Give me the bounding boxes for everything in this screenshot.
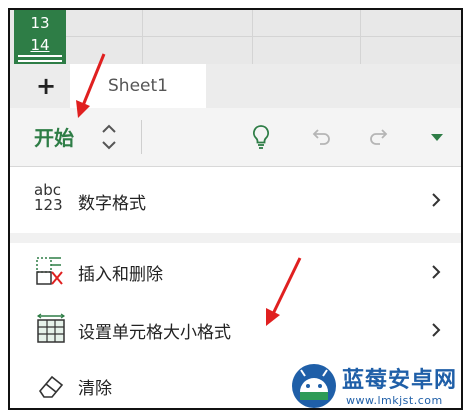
undo-icon[interactable] bbox=[305, 122, 335, 152]
grid-line bbox=[66, 36, 461, 37]
app-frame: 13 14 + Sheet1 开始 abc 123 数字格式 插入和删除 设置单… bbox=[8, 8, 463, 410]
row-header-column[interactable]: 13 14 bbox=[14, 10, 66, 64]
chevron-right-icon bbox=[432, 193, 441, 207]
menu-item-label: 清除 bbox=[78, 379, 112, 399]
eraser-icon bbox=[38, 375, 64, 398]
number-format-icon: abc 123 bbox=[34, 183, 68, 217]
menu-item-cell-size-format[interactable]: 设置单元格大小格式 bbox=[10, 301, 461, 360]
sheet-tab[interactable]: Sheet1 bbox=[70, 64, 206, 108]
row-number[interactable]: 14 bbox=[14, 34, 66, 56]
menu-group-gap bbox=[10, 233, 461, 243]
grid-line bbox=[360, 10, 361, 64]
row-number[interactable]: 13 bbox=[14, 12, 66, 34]
sheet-tab-bar: + Sheet1 bbox=[10, 64, 461, 108]
sheet-tab-label: Sheet1 bbox=[108, 76, 168, 96]
menu-item-label: 设置单元格大小格式 bbox=[78, 323, 231, 343]
number-format-icon-bottom: 123 bbox=[34, 196, 63, 214]
grid-line bbox=[142, 10, 143, 64]
menu-item-label: 插入和删除 bbox=[78, 265, 163, 285]
more-dropdown-icon[interactable] bbox=[422, 122, 452, 152]
selection-bar bbox=[18, 55, 62, 57]
menu-item-number-format[interactable]: abc 123 数字格式 bbox=[10, 167, 461, 234]
grid-line bbox=[252, 10, 253, 64]
watermark-url: www.lmkjst.com bbox=[346, 394, 443, 407]
site-watermark: 蓝莓安卓网 www.lmkjst.com bbox=[288, 358, 464, 414]
insert-delete-icon bbox=[36, 257, 63, 285]
selection-bar bbox=[18, 60, 62, 62]
tab-switch-chevrons-icon[interactable] bbox=[98, 120, 120, 154]
spreadsheet-grid[interactable]: 13 14 bbox=[10, 10, 461, 64]
lightbulb-icon[interactable] bbox=[246, 122, 276, 152]
menu-item-label: 数字格式 bbox=[78, 194, 146, 214]
cell-size-format-icon bbox=[36, 313, 66, 343]
watermark-brand: 蓝莓安卓网 bbox=[342, 368, 458, 393]
add-sheet-button[interactable]: + bbox=[30, 70, 62, 102]
menu-item-insert-delete[interactable]: 插入和删除 bbox=[10, 243, 461, 302]
chevron-right-icon bbox=[432, 323, 441, 337]
chevron-right-icon bbox=[432, 265, 441, 279]
ribbon-divider bbox=[141, 120, 142, 154]
ribbon-toolbar: 开始 bbox=[10, 108, 461, 167]
ribbon-tab-home[interactable]: 开始 bbox=[34, 122, 74, 151]
android-mascot-logo bbox=[292, 364, 336, 408]
redo-icon[interactable] bbox=[365, 122, 395, 152]
cell-area[interactable] bbox=[66, 10, 461, 64]
